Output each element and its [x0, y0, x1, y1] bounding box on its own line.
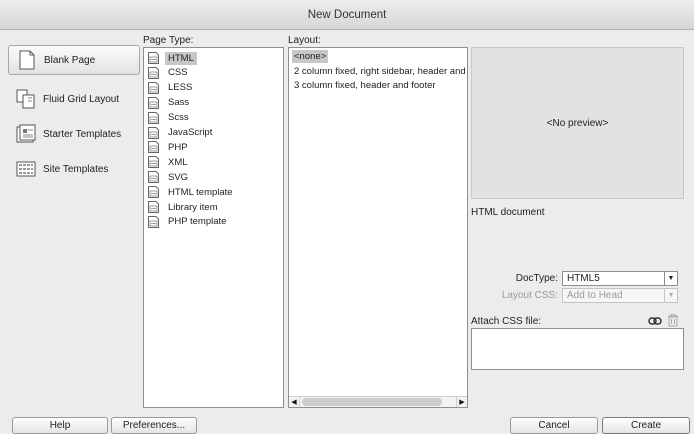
category-starter-templates[interactable]: Starter Templates — [8, 119, 140, 149]
page-type-item[interactable]: PHP — [148, 140, 191, 154]
create-button[interactable]: Create — [602, 417, 690, 434]
page-type-item[interactable]: SVG — [148, 170, 191, 184]
page-type-item-label: HTML template — [168, 186, 233, 198]
category-label: Fluid Grid Layout — [43, 93, 120, 105]
doctype-select[interactable]: HTML5 ▼ — [562, 271, 678, 286]
layout-item[interactable]: 3 column fixed, header and footer — [292, 79, 438, 92]
cancel-button[interactable]: Cancel — [510, 417, 598, 434]
layout-css-label: Layout CSS: — [501, 290, 558, 301]
layout-item[interactable]: <none> — [292, 50, 329, 63]
layout-horizontal-scrollbar[interactable]: ◀ ▶ — [289, 396, 467, 407]
doctype-value: HTML5 — [567, 273, 600, 284]
page-type-item[interactable]: HTML — [148, 51, 197, 65]
dropdown-arrow-icon: ▼ — [664, 289, 677, 302]
category-blank-page[interactable]: Blank Page — [8, 45, 140, 75]
page-type-item[interactable]: XML — [148, 155, 191, 169]
scroll-left-arrow-icon[interactable]: ◀ — [289, 397, 300, 407]
document-icon — [148, 126, 159, 139]
doctype-label: DocType: — [515, 273, 558, 284]
layout-label: Layout: — [288, 35, 321, 46]
site-templates-icon — [16, 159, 36, 179]
page-type-item-label: Sass — [168, 97, 190, 109]
fluid-grid-icon — [16, 89, 36, 109]
page-type-item-label: PHP template — [168, 216, 227, 228]
starter-templates-icon — [16, 124, 36, 144]
preview-pane: <No preview> — [471, 47, 684, 199]
document-icon — [148, 186, 159, 199]
category-fluid-grid-layout[interactable]: Fluid Grid Layout — [8, 84, 140, 114]
page-type-item-label: CSS — [168, 67, 188, 79]
category-label: Starter Templates — [43, 128, 122, 140]
page-type-item-label: Library item — [168, 201, 218, 213]
category-label: Blank Page — [44, 54, 96, 66]
page-type-item-label: JavaScript — [168, 127, 213, 138]
page-type-item-label: HTML — [165, 51, 197, 65]
page-type-item-label: Scss — [168, 112, 189, 124]
layout-item[interactable]: 2 column fixed, right sidebar, header an… — [292, 65, 467, 78]
page-type-item-label: XML — [168, 156, 188, 168]
document-icon — [148, 171, 159, 184]
blank-page-icon — [17, 50, 37, 70]
page-type-item[interactable]: HTML template — [148, 185, 236, 199]
dropdown-arrow-icon: ▼ — [664, 272, 677, 285]
layout-list[interactable]: ◀ ▶ <none> 2 column fixed, right sidebar,… — [288, 47, 468, 408]
trash-icon[interactable] — [667, 314, 679, 327]
scrollbar-thumb[interactable] — [302, 398, 442, 406]
page-type-item-label: PHP — [168, 141, 188, 153]
document-icon — [148, 66, 159, 79]
page-type-item[interactable]: LESS — [148, 81, 195, 95]
document-icon — [148, 111, 159, 124]
attach-css-list[interactable] — [471, 328, 684, 370]
attach-css-label: Attach CSS file: — [471, 316, 542, 327]
category-site-templates[interactable]: Site Templates — [8, 154, 140, 184]
document-icon — [148, 52, 159, 64]
document-icon — [148, 141, 159, 154]
document-icon — [148, 201, 159, 213]
page-type-item[interactable]: CSS — [148, 66, 191, 80]
help-button[interactable]: Help — [12, 417, 108, 434]
page-type-item[interactable]: Sass — [148, 96, 192, 110]
window-title: New Document — [0, 0, 694, 30]
document-icon — [148, 96, 159, 109]
layout-css-select[interactable]: Add to Head ▼ — [562, 288, 678, 303]
document-description: HTML document — [471, 207, 545, 218]
page-type-item[interactable]: Library item — [148, 200, 221, 214]
category-label: Site Templates — [43, 163, 109, 175]
document-icon — [148, 81, 159, 94]
page-type-item[interactable]: PHP template — [148, 215, 229, 229]
document-icon — [148, 215, 159, 228]
preview-text: <No preview> — [546, 117, 609, 129]
scroll-right-arrow-icon[interactable]: ▶ — [456, 397, 467, 407]
link-icon[interactable] — [648, 315, 662, 327]
page-type-item[interactable]: Scss — [148, 111, 192, 125]
document-icon — [148, 156, 159, 169]
category-panel: Blank Page Fluid Grid Layout Starter Tem… — [8, 45, 140, 400]
page-type-item[interactable]: JavaScript — [148, 126, 215, 140]
page-type-item-label: LESS — [168, 82, 193, 94]
layout-css-value: Add to Head — [567, 290, 623, 301]
page-type-item-label: SVG — [168, 171, 189, 183]
page-type-label: Page Type: — [143, 35, 194, 46]
page-type-list[interactable]: HTML CSS LESS Sass Scss JavaScript PHP XML SVG HT… — [143, 47, 284, 408]
preferences-button[interactable]: Preferences... — [111, 417, 197, 434]
